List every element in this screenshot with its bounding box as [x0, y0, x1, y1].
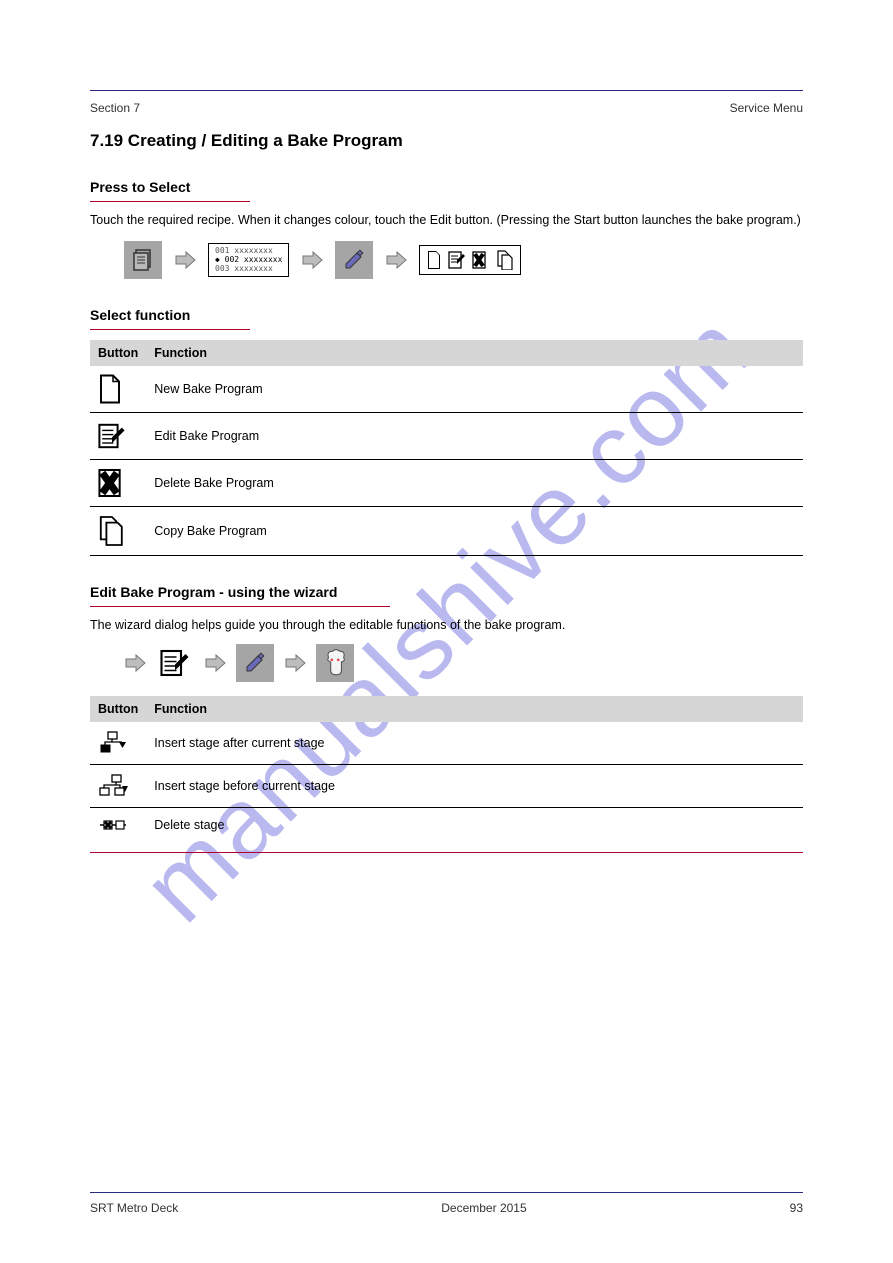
arrow-icon [174, 251, 196, 269]
table-row: Delete Bake Program [90, 459, 803, 506]
table-row: Insert stage after current stage [90, 722, 803, 765]
page-title: 7.19 Creating / Editing a Bake Program [90, 131, 803, 151]
func-label: Copy Bake Program [146, 506, 803, 555]
func-label: Insert stage after current stage [146, 722, 803, 765]
table-row: Copy Bake Program [90, 506, 803, 555]
page-edit-icon [90, 412, 146, 459]
arrow-icon [385, 251, 407, 269]
page-delete-icon [472, 250, 490, 270]
table-row: Delete stage [90, 807, 803, 842]
red-rule-4 [90, 852, 803, 853]
edit-options-box [419, 245, 521, 275]
recipes-button[interactable] [124, 241, 162, 279]
red-rule-1 [90, 201, 250, 202]
table-row: Insert stage before current stage [90, 764, 803, 807]
func-label: Edit Bake Program [146, 412, 803, 459]
arrow-icon [124, 654, 146, 672]
edit-button[interactable] [236, 644, 274, 682]
func-label: Delete Bake Program [146, 459, 803, 506]
wizard-flow [124, 644, 803, 682]
page-new-icon [426, 250, 442, 270]
footer-rule [90, 1192, 803, 1193]
page-content: Section 7 Service Menu 7.19 Creating / E… [0, 0, 893, 853]
wizard-button[interactable] [316, 644, 354, 682]
table-row: Edit Bake Program [90, 412, 803, 459]
list-item[interactable]: ◆ 002 xxxxxxxx [215, 255, 282, 264]
section1-heading: Press to Select [90, 179, 803, 195]
col-button: Button [90, 340, 146, 366]
section2-heading: Select function [90, 307, 803, 323]
page-edit-icon[interactable] [156, 644, 194, 682]
header-rule [90, 90, 803, 91]
func-label: New Bake Program [146, 366, 803, 413]
page-new-icon [90, 366, 146, 413]
arrow-icon [204, 654, 226, 672]
node-insert-icon [90, 722, 146, 765]
function-table: ButtonFunction New Bake Program Edit Bak… [90, 340, 803, 556]
header-right: Service Menu [730, 101, 803, 115]
flow-select: 001 xxxxxxxx ◆ 002 xxxxxxxx 003 xxxxxxxx [124, 241, 803, 279]
wizard-function-table: ButtonFunction Insert stage after curren… [90, 696, 803, 842]
section3-heading: Edit Bake Program - using the wizard [90, 584, 803, 600]
edit-button[interactable] [335, 241, 373, 279]
recipe-listbox[interactable]: 001 xxxxxxxx ◆ 002 xxxxxxxx 003 xxxxxxxx [208, 243, 289, 277]
section1-text: Touch the required recipe. When it chang… [90, 212, 803, 229]
node-delete-icon [90, 807, 146, 842]
section3-text: The wizard dialog helps guide you throug… [90, 617, 803, 634]
func-label: Delete stage [146, 807, 803, 842]
page-copy-icon [90, 506, 146, 555]
page-copy-icon [496, 250, 514, 270]
footer-left: SRT Metro Deck [90, 1201, 178, 1215]
header-left: Section 7 [90, 101, 140, 115]
red-rule-2 [90, 329, 250, 330]
col-function: Function [146, 340, 803, 366]
page-delete-icon [90, 459, 146, 506]
func-label: Insert stage before current stage [146, 764, 803, 807]
arrow-icon [301, 251, 323, 269]
header-row: Section 7 Service Menu [90, 101, 803, 115]
col-function: Function [146, 696, 803, 722]
node-before-icon [90, 764, 146, 807]
page-edit-icon [448, 250, 466, 270]
footer-right: 93 [790, 1201, 803, 1215]
arrow-icon [284, 654, 306, 672]
col-button: Button [90, 696, 146, 722]
red-rule-3 [90, 606, 390, 607]
list-item[interactable]: 001 xxxxxxxx [215, 246, 282, 255]
footer-row: SRT Metro Deck December 2015 93 [90, 1201, 803, 1215]
table-row: New Bake Program [90, 366, 803, 413]
footer-center: December 2015 [441, 1201, 526, 1215]
list-item[interactable]: 003 xxxxxxxx [215, 264, 282, 273]
